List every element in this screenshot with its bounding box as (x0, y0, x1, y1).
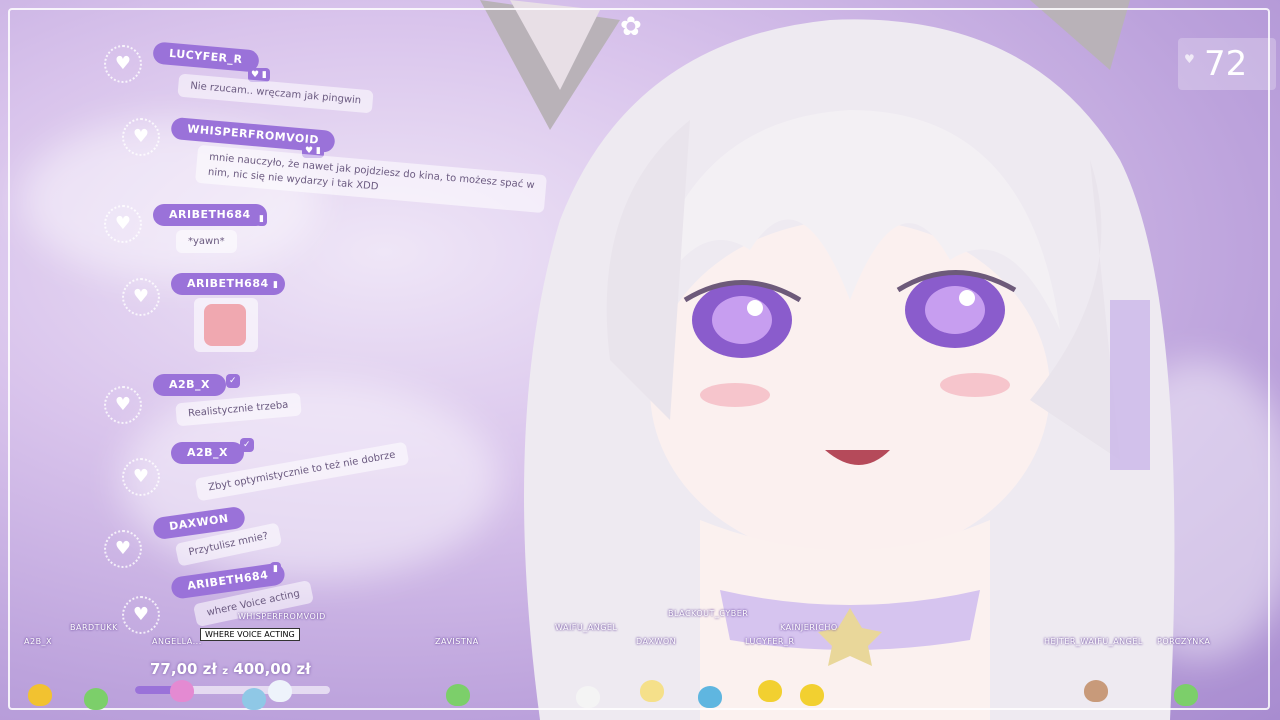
viewer-counter: ♥ 72 (1178, 38, 1276, 90)
pet-icon (576, 686, 600, 708)
badge-icon: ✓ (240, 438, 254, 452)
goal-progress-bar (135, 686, 330, 694)
heart-icon: ♥ (104, 386, 142, 424)
goal-current: 77,00 zł (150, 660, 217, 678)
pet-icon (698, 686, 722, 708)
badge-icon: ▮ (270, 562, 281, 576)
pet-icon (242, 688, 266, 710)
emote-image (194, 298, 258, 352)
svg-text:✿: ✿ (620, 12, 642, 42)
viewer-name: BLACKOUT_CYBER (668, 609, 749, 618)
vtuber-avatar: ✿ (480, 0, 1175, 720)
heart-icon: ♥ (122, 118, 160, 156)
counter-value: 72 (1204, 44, 1248, 84)
pet-icon (170, 680, 194, 702)
heart-icon: ♥ (104, 205, 142, 243)
pet-icon (758, 680, 782, 702)
viewer-name: KAINJERICHO (780, 623, 838, 632)
goal-progress-fill (135, 686, 173, 694)
heart-icon: ♥ (122, 458, 160, 496)
pet-icon (800, 684, 824, 706)
goal-target: 400,00 zł (233, 660, 311, 678)
viewer-name: A2B_X (24, 637, 53, 646)
chat-username: A2B_X (153, 374, 227, 396)
pet-icon (84, 688, 108, 710)
pet-icon (446, 684, 470, 706)
badge-icon: ▮ (270, 278, 281, 292)
viewer-name: LUCYFER_R (745, 637, 795, 646)
viewer-name: BARDTUKK (70, 623, 118, 632)
heart-icon: ♥ (122, 596, 160, 634)
viewer-name: DAXWON (636, 637, 677, 646)
pet-icon (640, 680, 664, 702)
viewer-name: WHISPERFROMVOID (238, 612, 326, 621)
viewer-name: HEJTER_WAIFU_ANGEL (1044, 637, 1143, 646)
chat-message: *yawn* (176, 230, 237, 253)
viewer-name: ANGELLA... (152, 637, 202, 646)
chat-username: ARIBETH684 (153, 204, 267, 226)
chat-tooltip: WHERE VOICE ACTING (200, 628, 300, 641)
viewer-name: PORCZYNKA (1157, 637, 1211, 646)
donation-goal: 77,00 zł z 400,00 zł (150, 660, 311, 678)
viewer-name: ZAVISTNA (435, 637, 479, 646)
heart-icon: ♥ (122, 278, 160, 316)
pet-icon (268, 680, 292, 702)
goal-separator: z (222, 666, 229, 677)
pet-icon (1174, 684, 1198, 706)
chat-username: LUCYFER_R (152, 41, 260, 73)
pet-icon (1084, 680, 1108, 702)
chat-username: A2B_X (171, 442, 245, 464)
chat-message: Nie rzucam.. wręczam jak pingwin (177, 73, 375, 114)
heart-icon: ♥ (1184, 52, 1195, 66)
heart-icon: ♥ (104, 45, 142, 83)
pet-icon (28, 684, 52, 706)
badge-icon: ✓ (226, 374, 240, 388)
badge-icon: ▮ (256, 212, 267, 226)
heart-icon: ♥ (104, 530, 142, 568)
chat-username: ARIBETH684 (171, 273, 285, 295)
viewer-name: WAIFU_ANGEL (555, 623, 618, 632)
